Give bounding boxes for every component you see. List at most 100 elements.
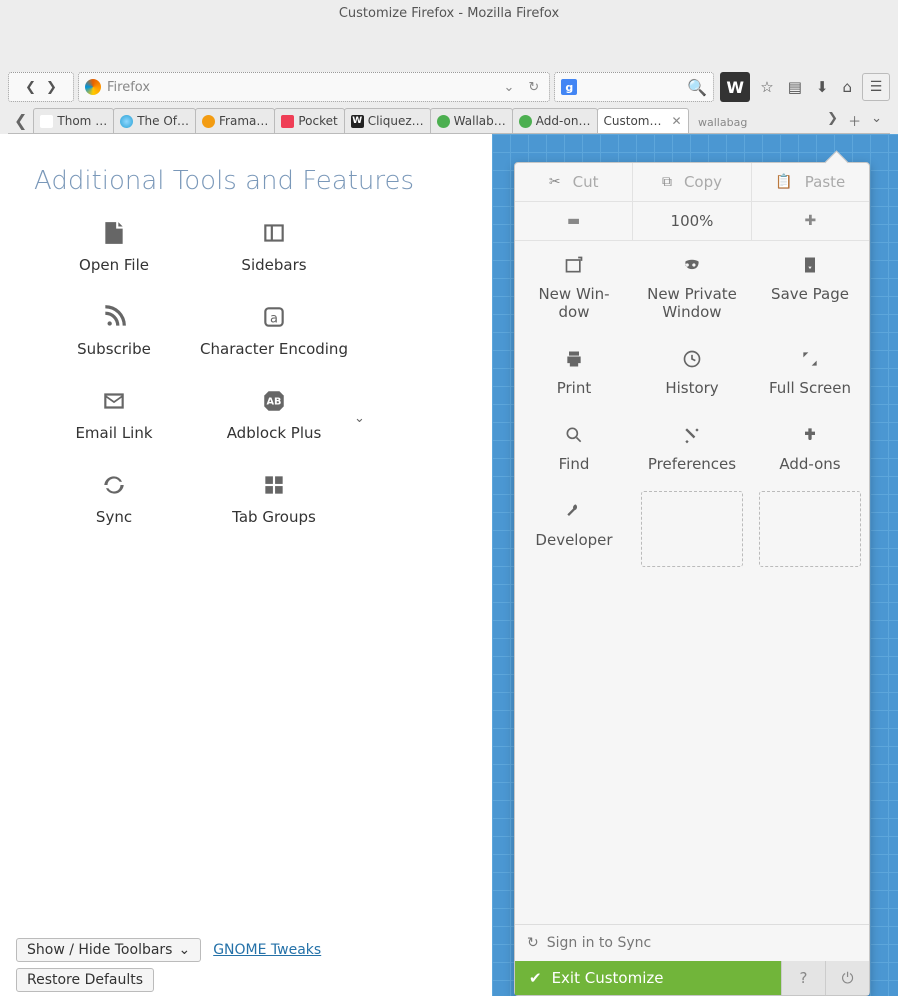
chevron-down-icon[interactable]: ⌄ [354, 405, 434, 426]
wallabag-icon[interactable]: W [720, 72, 750, 102]
tabs-dropdown-icon[interactable]: ⌄ [871, 111, 882, 130]
nav-buttons[interactable]: ❮❯ [8, 72, 74, 102]
toolbar-icons: ☆ ▤ ⬇ ⌂ [754, 78, 858, 96]
new-tab-icon[interactable]: ＋ [848, 111, 861, 130]
customize-palette: Additional Tools and Features Open File … [0, 134, 492, 996]
tab-groups-icon [194, 472, 354, 500]
toolbar-row: ❮❯ Firefox ⌄ ↻ g 🔍 W ☆ ▤ ⬇ ⌂ ☰ [8, 70, 890, 104]
panel-history[interactable]: History [633, 335, 751, 411]
palette-heading: Additional Tools and Features [34, 166, 476, 196]
find-icon [564, 425, 584, 451]
panel-fullscreen[interactable]: Full Screen [751, 335, 869, 411]
tool-email-link[interactable]: Email Link [34, 388, 194, 442]
tabstrip: ❮ Thom … The Of… Frama… Pocket WCliquez…… [8, 108, 890, 134]
empty-slot[interactable] [641, 491, 743, 567]
tool-sync[interactable]: Sync [34, 472, 194, 526]
exit-customize-button[interactable]: ✔Exit Customize [515, 961, 781, 995]
wallabag-overlay-label: wallabag [698, 116, 747, 129]
reload-icon[interactable]: ↻ [524, 80, 543, 95]
tool-adblock-plus[interactable]: ABAdblock Plus [194, 388, 354, 442]
search-magnify-icon[interactable]: 🔍 [687, 78, 707, 97]
new-window-icon [564, 255, 584, 281]
gnome-tweaks-link[interactable]: GNOME Tweaks [213, 942, 321, 958]
restore-defaults-button[interactable]: Restore Defaults [16, 968, 154, 992]
tool-tab-groups[interactable]: Tab Groups [194, 472, 354, 526]
menu-panel-drop-area: ✂Cut ⧉Copy 📋Paste ▬ 100% ✚ New Win- dow … [492, 134, 898, 996]
panel-addons[interactable]: Add-ons [751, 411, 869, 487]
url-dropdown-icon[interactable]: ⌄ [499, 80, 518, 95]
tab-customize[interactable]: Custom…✕ [597, 108, 689, 133]
save-icon [800, 255, 820, 281]
google-icon: g [561, 79, 577, 95]
svg-text:a: a [270, 311, 278, 326]
tab-scroll-left-icon[interactable]: ❮ [8, 111, 33, 130]
hamburger-menu-icon[interactable]: ☰ [862, 73, 890, 101]
tab-scroll-right-icon[interactable]: ❯ [827, 111, 838, 130]
menu-panel: ✂Cut ⧉Copy 📋Paste ▬ 100% ✚ New Win- dow … [514, 162, 870, 996]
panel-private-window[interactable]: New Private Window [633, 241, 751, 335]
zoom-level[interactable]: 100% [633, 202, 751, 240]
svg-text:AB: AB [267, 396, 282, 407]
char-encoding-icon: a [194, 304, 354, 332]
sync-icon [34, 472, 194, 500]
copy-button[interactable]: ⧉Copy [633, 163, 751, 201]
addons-icon [800, 425, 820, 451]
tool-char-encoding[interactable]: aCharacter Encoding [194, 304, 354, 358]
tab-pocket[interactable]: Pocket [274, 108, 344, 133]
panel-find[interactable]: Find [515, 411, 633, 487]
developer-icon [564, 501, 584, 527]
sign-in-sync[interactable]: ↻Sign in to Sync [515, 924, 869, 961]
window-titlebar: Customize Firefox - Mozilla Firefox [0, 0, 898, 28]
check-icon: ✔ [529, 969, 542, 987]
adblock-icon: AB [194, 388, 354, 416]
email-icon [34, 388, 194, 416]
tab-frama[interactable]: Frama… [195, 108, 275, 133]
firefox-icon [85, 79, 101, 95]
download-icon[interactable]: ⬇ [816, 78, 829, 96]
zoom-in-button[interactable]: ✚ [752, 202, 869, 240]
zoom-out-button[interactable]: ▬ [515, 202, 633, 240]
quit-button[interactable]: ⏻ [825, 961, 869, 995]
cut-button[interactable]: ✂Cut [515, 163, 633, 201]
show-hide-toolbars-button[interactable]: Show / Hide Toolbars⌄ [16, 938, 201, 962]
panel-print[interactable]: Print [515, 335, 633, 411]
url-bar[interactable]: Firefox ⌄ ↻ [78, 72, 550, 102]
history-icon [682, 349, 702, 375]
fullscreen-icon [800, 349, 820, 375]
panel-preferences[interactable]: Preferences [633, 411, 751, 487]
tab-cliquez[interactable]: WCliquez… [344, 108, 431, 133]
empty-slot[interactable] [759, 491, 861, 567]
search-box[interactable]: g 🔍 [554, 72, 714, 102]
tool-subscribe[interactable]: Subscribe [34, 304, 194, 358]
tool-sidebars[interactable]: Sidebars [194, 220, 354, 274]
panel-developer[interactable]: Developer [515, 487, 633, 571]
plus-icon: ✚ [804, 213, 816, 229]
back-icon[interactable]: ❮ [25, 80, 36, 95]
tab-wallabag[interactable]: Wallab… [430, 108, 513, 133]
print-icon [564, 349, 584, 375]
paste-button[interactable]: 📋Paste [752, 163, 869, 201]
chevron-down-icon: ⌄ [178, 942, 190, 958]
tab-addons[interactable]: Add-on… [512, 108, 598, 133]
close-icon[interactable]: ✕ [671, 114, 681, 128]
help-button[interactable]: ? [781, 961, 825, 995]
rss-icon [34, 304, 194, 332]
open-file-icon [34, 220, 194, 248]
mask-icon [682, 255, 702, 281]
preferences-icon [682, 425, 702, 451]
tab-official[interactable]: The Of… [113, 108, 196, 133]
list-icon[interactable]: ▤ [788, 78, 802, 96]
power-icon: ⏻ [842, 969, 854, 987]
minus-icon: ▬ [567, 213, 580, 229]
panel-save-page[interactable]: Save Page [751, 241, 869, 335]
tool-open-file[interactable]: Open File [34, 220, 194, 274]
paste-icon: 📋 [775, 174, 792, 190]
star-icon[interactable]: ☆ [760, 78, 773, 96]
panel-new-window[interactable]: New Win- dow [515, 241, 633, 335]
url-placeholder: Firefox [107, 80, 493, 95]
forward-icon[interactable]: ❯ [46, 80, 57, 95]
tab-thom[interactable]: Thom … [33, 108, 114, 133]
home-icon[interactable]: ⌂ [842, 78, 852, 96]
copy-icon: ⧉ [662, 174, 672, 190]
cut-icon: ✂ [549, 174, 561, 190]
